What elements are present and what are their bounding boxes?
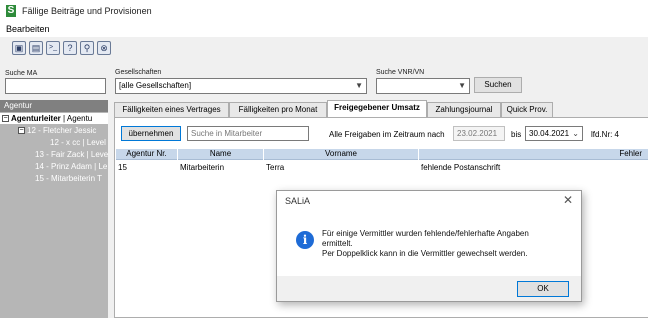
bis-label: bis [511,130,522,139]
date-from-field: 23.02.2021 [453,126,505,141]
collapse-icon[interactable]: − [2,115,9,123]
date-to-picker[interactable]: 30.04.2021 ⌄ [525,126,583,141]
table-header: Agentur Nr. Name Vorname Fehler [116,149,648,160]
tab-zahlungsjournal[interactable]: Zahlungsjournal [427,102,501,117]
dialog-footer: OK [277,276,581,301]
app-logo-icon: S [6,5,16,17]
print-icon[interactable]: ▤ [29,41,43,55]
cell-name: Mitarbeiterin [180,163,225,172]
tree-root-rest: | Agentu [60,114,93,123]
tab-quick-prov[interactable]: Quick Prov. [501,102,553,117]
table-row[interactable]: 15 Mitarbeiterin Terra fehlende Postansc… [116,162,648,173]
gesellschaften-value: [alle Gesellschaften] [119,81,192,90]
date-to-value: 30.04.2021 [529,129,570,138]
gesellschaften-label: Gesellschaften [115,69,162,76]
column-header-name[interactable]: Name [178,149,264,160]
column-header-fehler-label: Fehler [619,149,642,158]
tab-freigegebener-umsatz[interactable]: Freigegebener Umsatz [327,100,427,118]
chevron-down-icon: ▼ [355,81,363,90]
ok-button[interactable]: OK [517,281,569,297]
tree-item-label: 13 - Fair Zack | Leve [35,150,109,159]
search-vnr-label: Suche VNR/VN [376,69,425,76]
tree-item-label: 12 - x cc | Level [50,138,106,147]
agentur-panel-header: Agentur [0,100,108,112]
close-icon[interactable]: ✕ [563,193,573,207]
search-ma-input[interactable] [5,78,106,94]
uebernehmen-button[interactable]: übernehmen [121,126,181,141]
search-key-icon[interactable]: ⚲ [80,41,94,55]
title-bar: S Fällige Beiträge und Provisionen [0,0,648,22]
cell-agentur: 15 [118,163,127,172]
tree-item-label: 15 - Mitarbeiterin T [35,174,102,183]
cell-vorname: Terra [266,163,285,172]
window-title: Fällige Beiträge und Provisionen [22,6,152,16]
info-icon: i [296,231,314,249]
save-icon[interactable]: ▣ [12,41,26,55]
menu-bearbeiten[interactable]: Bearbeiten [6,24,50,34]
search-ma-label: Suche MA [5,70,38,77]
chevron-down-icon: ▼ [458,81,466,90]
help-icon[interactable]: ? [63,41,77,55]
tree-item-label: 12 - Fletcher Jessic [27,126,97,135]
column-header-agentur[interactable]: Agentur Nr. [116,149,178,160]
dialog-message-line-2: ermittelt. [322,239,353,248]
column-header-fehler[interactable]: Fehler [419,149,648,160]
toolbar: ▣ ▤ >_ ? ⚲ ⊗ [0,38,648,58]
cancel-icon[interactable]: ⊗ [97,41,111,55]
tree-root-item[interactable]: − Agenturleiter | Agentu [0,113,108,124]
tree-root-bold: Agenturleiter [11,114,61,123]
lfd-nr-label: lfd.Nr: 4 [591,130,620,139]
collapse-icon[interactable]: − [18,127,25,135]
cell-fehler: fehlende Postanschrift [421,163,501,172]
info-dialog: SALiA ✕ i Für einige Vermittler wurden f… [276,190,582,302]
mitarbeiter-search-input[interactable]: Suche in Mitarbeiter [187,126,309,141]
column-header-vorname[interactable]: Vorname [264,149,419,160]
agentur-tree-panel: Agentur − Agenturleiter | Agentu −12 - Fl… [0,100,108,318]
tab-faelligkeiten-monat[interactable]: Fälligkeiten pro Monat [229,102,327,117]
tab-faelligkeiten-vertrag[interactable]: Fälligkeiten eines Vertrages [114,102,229,117]
suchen-button[interactable]: Suchen [474,77,522,93]
search-vnr-select[interactable]: ▼ [376,78,470,94]
dialog-message-line-1: Für einige Vermittler wurden fehlende/fe… [322,229,529,238]
dialog-title: SALiA [285,196,311,206]
dialog-message-line-3: Per Doppelklick kann in die Vermittler g… [322,249,528,258]
period-label: Alle Freigaben im Zeitraum nach [329,130,445,139]
tree-item-label: 14 - Prinz Adam | Le [35,162,108,171]
terminal-icon[interactable]: >_ [46,41,60,55]
filter-bar: Suche MA Gesellschaften [alle Gesellscha… [0,58,648,100]
gesellschaften-select[interactable]: [alle Gesellschaften] ▼ [115,78,367,94]
chevron-down-icon[interactable]: ⌄ [572,127,579,140]
menu-bar: Bearbeiten [0,22,648,37]
